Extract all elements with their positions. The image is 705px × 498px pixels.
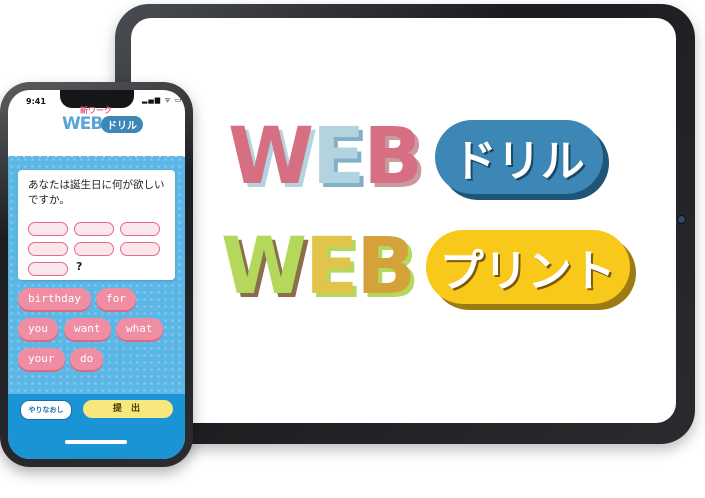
logo-letter: W bbox=[228, 112, 314, 202]
drill-badge: ドリル bbox=[434, 120, 603, 194]
word-chip-for[interactable]: for bbox=[96, 288, 136, 310]
word-chip-want[interactable]: want bbox=[64, 318, 111, 340]
app-title-web: WEB bbox=[62, 114, 103, 134]
answer-blank-7[interactable] bbox=[28, 262, 68, 276]
zigzag-divider bbox=[8, 152, 185, 160]
logo-letter: W bbox=[221, 222, 307, 312]
print-badge-label: プリント bbox=[439, 246, 616, 297]
phone-screen: 9:41 ▂▄▆ ᯤ ▭ 新ワーク WEB ドリル あなたは誕生日に何が欲しいで… bbox=[8, 90, 185, 459]
print-badge: プリント bbox=[425, 230, 630, 304]
redo-button[interactable]: やりなおし bbox=[20, 400, 72, 420]
web-print-logo: W E B プリント bbox=[221, 228, 630, 306]
status-time: 9:41 bbox=[26, 97, 46, 106]
word-chip-do[interactable]: do bbox=[70, 348, 104, 370]
answer-blank-5[interactable] bbox=[74, 242, 114, 256]
word-chip-you[interactable]: you bbox=[18, 318, 58, 340]
submit-button[interactable]: 提 出 bbox=[83, 400, 173, 418]
answer-blank-4[interactable] bbox=[28, 242, 68, 256]
word-chip-what[interactable]: what bbox=[116, 318, 163, 340]
camera-icon bbox=[677, 215, 686, 224]
question-suffix: ? bbox=[76, 260, 83, 273]
app-title-badge: ドリル bbox=[101, 116, 143, 133]
drill-badge-label: ドリル bbox=[452, 136, 585, 187]
logo-letter: E bbox=[312, 112, 365, 202]
logo-letter: B bbox=[356, 222, 415, 312]
logo-letter: E bbox=[305, 222, 358, 312]
tablet-screen: W E B ドリル W E B プリント bbox=[131, 18, 676, 423]
word-chip-birthday[interactable]: birthday bbox=[18, 288, 91, 310]
answer-blank-3[interactable] bbox=[120, 222, 160, 236]
answer-blank-2[interactable] bbox=[74, 222, 114, 236]
home-indicator[interactable] bbox=[65, 440, 127, 444]
logo-letter: B bbox=[363, 112, 422, 202]
web-drill-logo: W E B ドリル bbox=[228, 118, 603, 196]
answer-blank-6[interactable] bbox=[120, 242, 160, 256]
word-chip-your[interactable]: your bbox=[18, 348, 65, 370]
signal-wifi-battery-icon: ▂▄▆ ᯤ ▭ bbox=[142, 96, 183, 104]
question-text: あなたは誕生日に何が欲しいですか。 bbox=[28, 179, 165, 206]
answer-blank-1[interactable] bbox=[28, 222, 68, 236]
